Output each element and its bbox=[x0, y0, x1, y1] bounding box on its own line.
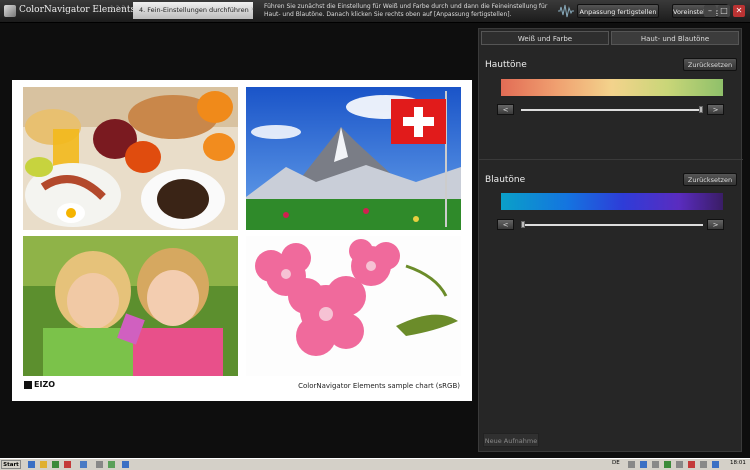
tray-icon[interactable] bbox=[652, 461, 659, 468]
skin-tone-gradient bbox=[501, 79, 723, 96]
skin-reset-button[interactable]: Zurücksetzen bbox=[683, 58, 737, 71]
finish-adjustment-button[interactable]: Anpassung fertigstellen bbox=[577, 4, 659, 18]
eizo-mark-icon bbox=[24, 380, 32, 389]
skin-decrease-button[interactable]: < bbox=[497, 104, 514, 115]
active-step-label: 4. Fein-Einstellungen durchführen bbox=[133, 2, 253, 19]
skin-increase-button[interactable]: > bbox=[707, 104, 724, 115]
brand-text: EIZO bbox=[34, 380, 56, 389]
tab-skin-and-blue[interactable]: Haut- und Blautöne bbox=[611, 31, 739, 45]
app-icon[interactable] bbox=[80, 461, 87, 468]
blue-increase-button[interactable]: > bbox=[707, 219, 724, 230]
tray-icon[interactable] bbox=[664, 461, 671, 468]
skin-slider-track[interactable] bbox=[521, 109, 703, 111]
tray-icon[interactable] bbox=[700, 461, 707, 468]
clock[interactable]: 18:01 bbox=[730, 460, 746, 466]
app-logo-icon bbox=[4, 5, 16, 17]
breakfast-photo bbox=[23, 87, 238, 230]
step-arrow-icon: › bbox=[251, 5, 254, 13]
app-icon[interactable] bbox=[96, 461, 103, 468]
flower-photo bbox=[246, 236, 461, 376]
chart-caption: ColorNavigator Elements sample chart (sR… bbox=[298, 382, 460, 390]
tray-icon[interactable] bbox=[640, 461, 647, 468]
close-icon[interactable]: ✕ bbox=[733, 5, 745, 17]
new-shot-button[interactable]: Neue Aufnahme bbox=[483, 433, 539, 447]
app-icon[interactable] bbox=[52, 461, 59, 468]
blue-tones-title: Blautöne bbox=[485, 175, 526, 185]
blue-slider-thumb[interactable] bbox=[521, 221, 525, 228]
tray-icon[interactable] bbox=[688, 461, 695, 468]
minimize-icon[interactable]: – bbox=[704, 5, 716, 17]
skin-slider-thumb[interactable] bbox=[699, 106, 703, 113]
app-icon[interactable] bbox=[122, 461, 129, 468]
maximize-icon[interactable]: □ bbox=[718, 5, 730, 17]
skin-tones-title: Hauttöne bbox=[485, 60, 527, 70]
tray-icon[interactable] bbox=[628, 461, 635, 468]
step-indicator[interactable]: 1 2 3 bbox=[110, 5, 125, 12]
blue-decrease-button[interactable]: < bbox=[497, 219, 514, 230]
waveform-icon bbox=[558, 4, 574, 18]
instruction-text: Führen Sie zunächst die Einstellung für … bbox=[264, 3, 548, 18]
start-button[interactable]: Start bbox=[1, 460, 21, 469]
mountain-photo bbox=[246, 87, 461, 230]
children-photo bbox=[23, 236, 238, 376]
blue-slider-track[interactable] bbox=[521, 224, 703, 226]
sample-chart: EIZO ColorNavigator Elements sample char… bbox=[12, 80, 472, 401]
taskbar: Start DE 18:01 bbox=[0, 458, 750, 470]
app-icon[interactable] bbox=[64, 461, 71, 468]
blue-tone-gradient bbox=[501, 193, 723, 210]
tray-icon[interactable] bbox=[676, 461, 683, 468]
adjustment-panel: Weiß und Farbe Haut- und Blautöne Hauttö… bbox=[478, 28, 743, 452]
language-indicator[interactable]: DE bbox=[612, 460, 620, 466]
blue-reset-button[interactable]: Zurücksetzen bbox=[683, 173, 737, 186]
tray-icon[interactable] bbox=[712, 461, 719, 468]
app-icon[interactable] bbox=[108, 461, 115, 468]
tab-white-and-color[interactable]: Weiß und Farbe bbox=[481, 31, 609, 45]
quicklaunch-icon[interactable] bbox=[28, 461, 35, 468]
section-divider bbox=[479, 159, 743, 160]
eizo-logo: EIZO bbox=[24, 380, 55, 389]
folder-icon[interactable] bbox=[40, 461, 47, 468]
title-bar: ColorNavigator Elements 1 2 3 4. Fein-Ei… bbox=[0, 0, 750, 23]
